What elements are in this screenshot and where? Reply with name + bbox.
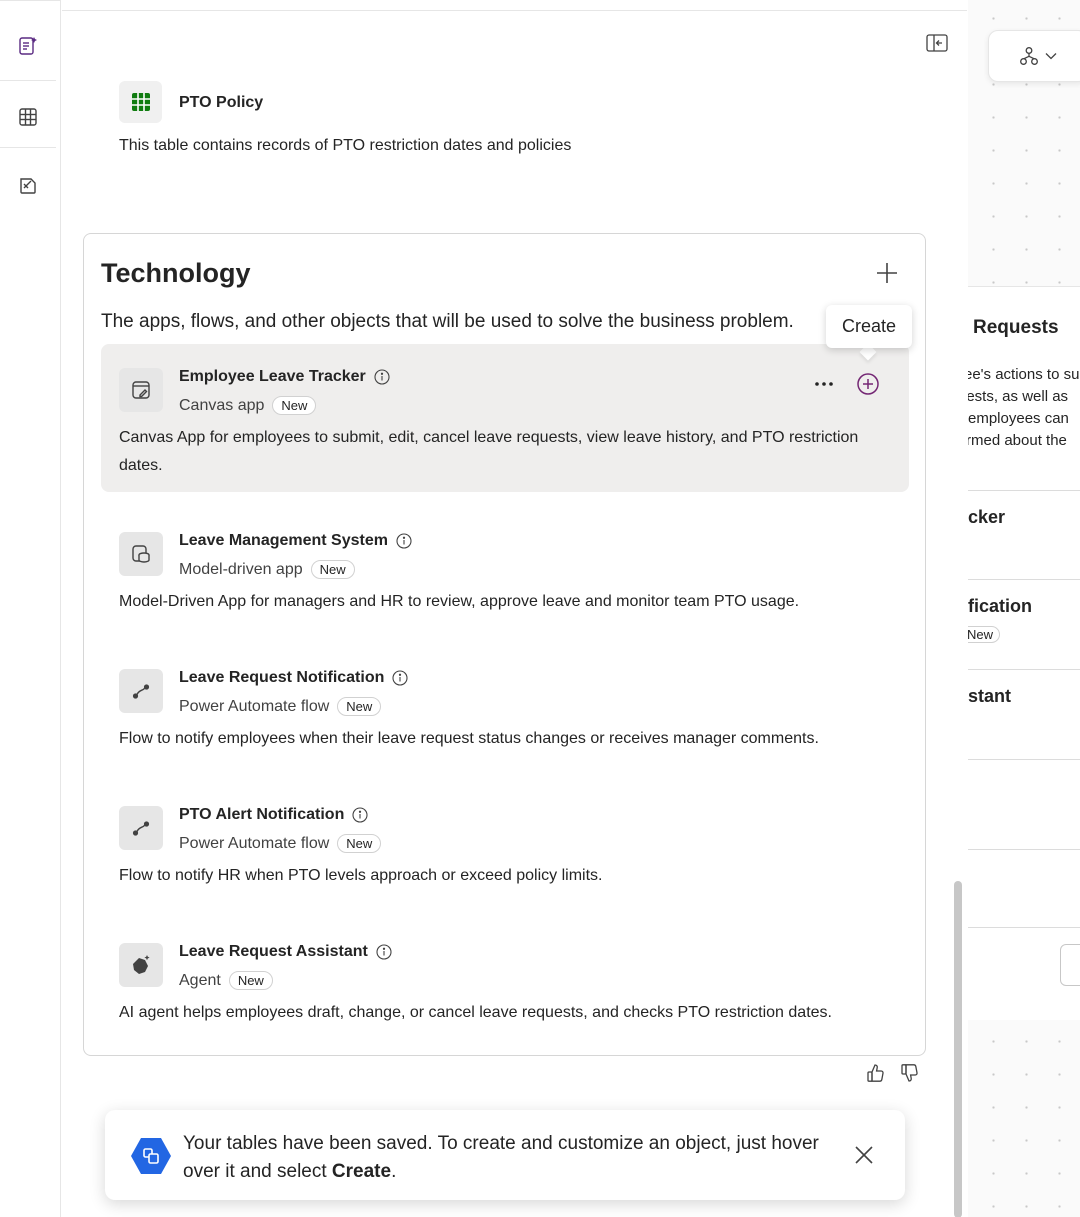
card-description-line: employees can [968,410,1069,427]
table-description: This table contains records of PTO restr… [119,137,572,154]
new-badge: New [968,626,1001,643]
section-title: Technology [101,258,251,288]
card-title: Requests [973,317,1059,338]
section-title: fication [968,596,1033,616]
item-name: Leave Management System [179,532,412,550]
add-icon[interactable] [872,258,902,288]
hierarchy-icon [1020,47,1038,65]
item-name: Leave Request Assistant [179,943,392,961]
technology-section: Technology The apps, flows, and other ob… [83,233,926,1056]
item-name-text: PTO Alert Notification [179,806,345,823]
toast-message-text: Your tables have been saved. To create a… [183,1133,819,1182]
create-tooltip: Create [826,305,912,348]
toast-message: Your tables have been saved. To create a… [183,1130,833,1186]
diagram-view-button[interactable] [988,30,1080,82]
card-description-line: ee's actions to su [968,366,1080,383]
item-type: Power Automate flow New [179,834,382,853]
flow-icon [119,806,163,850]
section-title: cker [968,507,1006,527]
item-name: PTO Alert Notification [179,806,368,824]
flow-icon [119,669,163,713]
chevron-down-icon [1045,53,1057,60]
new-badge: New [272,396,317,415]
agent-icon [119,943,163,987]
section-description: The apps, flows, and other objects that … [101,311,794,332]
item-description: Model-Driven App for managers and HR to … [119,593,800,610]
card-section[interactable]: cker [968,490,1080,580]
solution-plan-panel: PTO Policy This table contains records o… [62,10,967,1217]
item-type: Canvas app New [179,396,317,415]
rail-divider [0,80,56,81]
rail-divider [0,147,56,148]
item-type-text: Power Automate flow [179,834,330,852]
new-badge: New [310,560,355,579]
item-name-text: Leave Request Notification [179,669,385,686]
item-description: Flow to notify HR when PTO levels approa… [119,867,603,884]
item-type-text: Model-driven app [179,560,303,578]
info-icon[interactable] [376,944,392,960]
technology-item[interactable]: PTO Alert Notification Power Automate fl… [101,782,909,930]
info-icon[interactable] [396,533,412,549]
tables-saved-icon [130,1136,172,1176]
card-description: ee's actions to su uests, as well as emp… [968,364,1079,452]
item-description: Flow to notify employees when their leav… [119,730,819,747]
saved-notification-toast: Your tables have been saved. To create a… [105,1110,905,1200]
more-options-icon[interactable] [811,372,837,396]
item-type-text: Power Automate flow [179,697,330,715]
info-icon[interactable] [374,369,390,385]
table-icon [119,81,162,123]
collapse-panel-icon[interactable] [924,31,950,55]
model-driven-app-icon [119,532,163,576]
item-name-text: Employee Leave Tracker [179,368,366,385]
sketch-icon[interactable] [10,167,46,203]
item-name: Leave Request Notification [179,669,408,687]
technology-item[interactable]: Employee Leave Tracker Canvas app New Ca… [101,344,909,492]
card-description-line: rmed about the [968,432,1067,449]
left-rail [0,0,61,1217]
technology-item[interactable]: Leave Management System Model-driven app… [101,508,909,656]
create-icon[interactable] [855,371,881,397]
item-name-text: Leave Management System [179,532,388,549]
section-title: stant [968,686,1012,706]
new-badge: New [337,834,382,853]
item-type-text: Canvas app [179,396,265,414]
card-description-line: uests, as well as [968,388,1069,405]
card-section[interactable]: fication New [968,579,1080,669]
plan-icon[interactable] [10,28,46,64]
item-type: Power Automate flow New [179,697,382,716]
item-type: Model-driven app New [179,560,355,579]
scrollbar[interactable] [954,881,962,1217]
toast-message-bold: Create [331,1161,392,1182]
item-type: Agent New [179,971,273,990]
toast-message-end: . [391,1161,397,1182]
thumbs-up-icon[interactable] [866,1062,888,1086]
design-canvas[interactable]: Requests ee's actions to su uests, as we… [968,0,1080,1217]
technology-item[interactable]: Leave Request Notification Power Automat… [101,645,909,793]
close-icon[interactable] [851,1142,877,1168]
info-icon[interactable] [352,807,368,823]
requirements-card: Requests ee's actions to su uests, as we… [968,286,1080,1020]
canvas-app-icon [119,368,163,412]
data-table-icon[interactable] [10,99,46,135]
card-section[interactable]: stant [968,669,1080,759]
item-name: Employee Leave Tracker [179,368,390,386]
card-section[interactable] [968,759,1080,849]
thumbs-down-icon[interactable] [900,1062,922,1086]
card-divider [968,927,1080,928]
item-type-text: Agent [179,971,221,989]
item-description: Canvas App for employees to submit, edit… [119,429,859,474]
item-name-text: Leave Request Assistant [179,943,368,960]
info-icon[interactable] [392,670,408,686]
dropdown-button[interactable] [1060,944,1080,986]
new-badge: New [337,697,382,716]
card-section[interactable] [968,849,1080,927]
technology-item[interactable]: Leave Request Assistant Agent New AI age… [101,919,909,1067]
new-badge: New [228,971,273,990]
item-description: AI agent helps employees draft, change, … [119,1004,832,1021]
table-title: PTO Policy [179,94,264,111]
